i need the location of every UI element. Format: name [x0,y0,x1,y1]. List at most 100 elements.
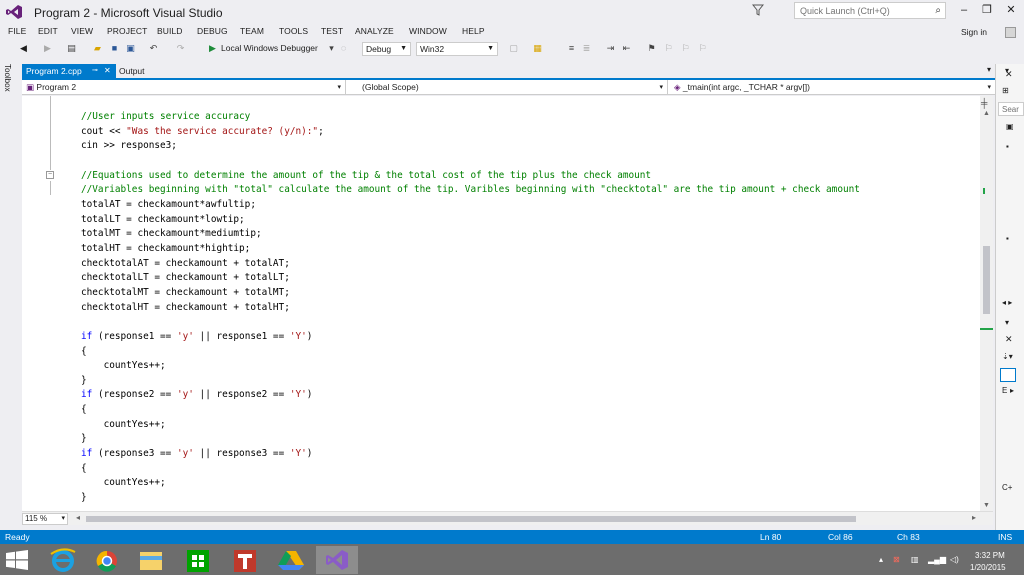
t-app-taskbar-button[interactable] [224,546,266,574]
project-combo[interactable]: ▣ Program 2 ▾ [22,80,346,95]
code-line[interactable]: checktotalHT = checkamount + totalHT; [81,301,860,316]
google-drive-taskbar-button[interactable] [270,546,312,574]
panel-scroll-arrows-icon[interactable]: ◂ ▸ [1002,298,1012,307]
open-file-icon[interactable]: ▰ [92,43,103,54]
code-line[interactable]: //Equations used to determine the amount… [81,169,860,184]
menu-debug[interactable]: DEBUG [197,26,228,36]
code-line[interactable]: countYes++; [81,476,860,491]
scope-combo[interactable]: (Global Scope) ▾ [348,80,668,95]
uncomment-icon[interactable]: ≣ [581,43,592,54]
code-line[interactable]: checktotalMT = checkamount + totalMT; [81,286,860,301]
visual-studio-taskbar-button[interactable] [316,546,358,574]
indent-icon[interactable]: ⇥ [605,43,616,54]
code-line[interactable]: countYes++; [81,359,860,374]
search-icon[interactable]: ⌕ [935,5,941,16]
scroll-right-icon[interactable]: ▸ [972,513,976,522]
tab-output[interactable]: Output [119,64,145,78]
scroll-left-icon[interactable]: ◂ [76,513,80,522]
code-line[interactable]: cout << "Was the service accurate? (y/n)… [81,125,860,140]
outdent-icon[interactable]: ⇤ [621,43,632,54]
prev-bookmark-icon[interactable]: ⚐ [663,43,674,54]
menu-edit[interactable]: EDIT [38,26,58,36]
volume-icon[interactable]: ◁) [950,555,959,564]
code-line[interactable] [81,315,860,330]
menu-build[interactable]: BUILD [157,26,183,36]
panel-close-icon[interactable]: ✕ [1005,334,1013,345]
code-line[interactable]: { [81,403,860,418]
properties-arrow-icon[interactable]: ▸ [1010,386,1014,395]
close-button[interactable]: ✕ [1004,4,1018,16]
zoom-combo[interactable]: 115 % ▾ [22,513,68,525]
debugger-dropdown-icon[interactable]: ▾ [326,43,337,54]
next-bookmark-icon[interactable]: ⚐ [680,43,691,54]
code-line[interactable]: if (response2 == 'y' || response2 == 'Y'… [81,388,860,403]
code-line[interactable]: totalAT = checkamount*awfultip; [81,198,860,213]
collapse-region-icon[interactable]: − [46,171,54,179]
code-line[interactable]: totalLT = checkamount*lowtip; [81,213,860,228]
horizontal-scroll-thumb[interactable] [86,516,856,522]
navigate-back-icon[interactable]: ◀ [18,43,29,54]
code-line[interactable]: { [81,345,860,360]
start-debugging-icon[interactable]: ▶ [207,43,218,54]
scroll-thumb[interactable] [983,246,990,314]
file-explorer-taskbar-button[interactable] [130,546,172,574]
signal-icon[interactable]: ▂▄▆ [928,555,946,564]
panel-toolbar-icon[interactable]: ⊞ [1002,86,1009,95]
sign-in-link[interactable]: Sign in [961,27,987,37]
panel-close-icon[interactable]: ✕ [1005,69,1013,80]
panel-dropdown-icon[interactable]: ▾ [1005,318,1009,327]
close-tab-icon[interactable]: ✕ [104,64,111,78]
store-taskbar-button[interactable] [178,546,220,574]
member-combo[interactable]: ◈ _tmain(int argc, _TCHAR * argv[]) ▾ [670,80,995,95]
show-hidden-icons-icon[interactable]: ▴ [879,555,883,564]
properties-icon[interactable]: ⇣▾ [1002,352,1013,361]
split-window-icon[interactable]: ╪ [981,98,987,108]
clear-bookmarks-icon[interactable]: ⚐ [697,43,708,54]
menu-analyze[interactable]: ANALYZE [355,26,394,36]
minimize-button[interactable]: – [957,4,971,16]
scroll-down-icon[interactable]: ▼ [983,502,990,509]
menu-team[interactable]: TEAM [240,26,264,36]
attach-icon[interactable]: ◌ [338,43,349,54]
navigate-forward-icon[interactable]: ▶ [42,43,53,54]
comment-out-icon[interactable]: ≡ [566,43,577,54]
save-icon[interactable]: ■ [109,43,120,54]
redo-icon[interactable]: ↷ [175,43,186,54]
chrome-taskbar-button[interactable] [86,546,128,574]
menu-help[interactable]: HELP [462,26,485,36]
code-text[interactable]: //User inputs service accuracy cout << "W… [81,110,860,506]
account-avatar[interactable] [1005,27,1016,38]
code-line[interactable]: countYes++; [81,418,860,433]
undo-icon[interactable]: ↶ [148,43,159,54]
code-line[interactable] [81,154,860,169]
pin-icon[interactable]: ⊸ [92,64,98,78]
internet-explorer-taskbar-button[interactable] [42,546,84,574]
notification-filter-icon[interactable] [752,4,764,16]
code-line[interactable]: checktotalAT = checkamount + totalAT; [81,257,860,272]
new-project-icon[interactable]: ▤ [66,43,77,54]
clock-date[interactable]: 1/20/2015 [970,563,1006,572]
tree-node-icon[interactable]: ▣ [1006,122,1014,131]
tab-list-dropdown-icon[interactable]: ▾ [987,65,991,74]
menu-test[interactable]: TEST [321,26,343,36]
menu-project[interactable]: PROJECT [107,26,147,36]
save-all-icon[interactable]: ▣ [125,43,136,54]
platform-combo[interactable]: Win32 ▼ [416,42,498,56]
code-line[interactable]: { [81,462,860,477]
network-icon[interactable]: ▥ [911,555,919,564]
scroll-up-icon[interactable]: ▲ [983,110,990,117]
code-editor[interactable]: − //User inputs service accuracy cout << … [22,96,980,511]
editor-vertical-scrollbar[interactable]: ╪ ▲ ▼ [980,96,993,511]
code-line[interactable]: } [81,374,860,389]
menu-file[interactable]: FILE [8,26,26,36]
code-line[interactable]: //Variables beginning with "total" calcu… [81,183,860,198]
code-line[interactable]: //User inputs service accuracy [81,110,860,125]
clock-time[interactable]: 3:32 PM [975,551,1005,560]
find-icon[interactable]: ▢ [508,43,519,54]
restore-button[interactable]: ❐ [980,4,994,16]
code-line[interactable]: } [81,432,860,447]
code-line[interactable]: } [81,491,860,506]
code-line[interactable]: if (response3 == 'y' || response3 == 'Y'… [81,447,860,462]
code-line[interactable]: totalHT = checkamount*hightip; [81,242,860,257]
tree-node-icon[interactable]: ▪ [1006,142,1009,151]
